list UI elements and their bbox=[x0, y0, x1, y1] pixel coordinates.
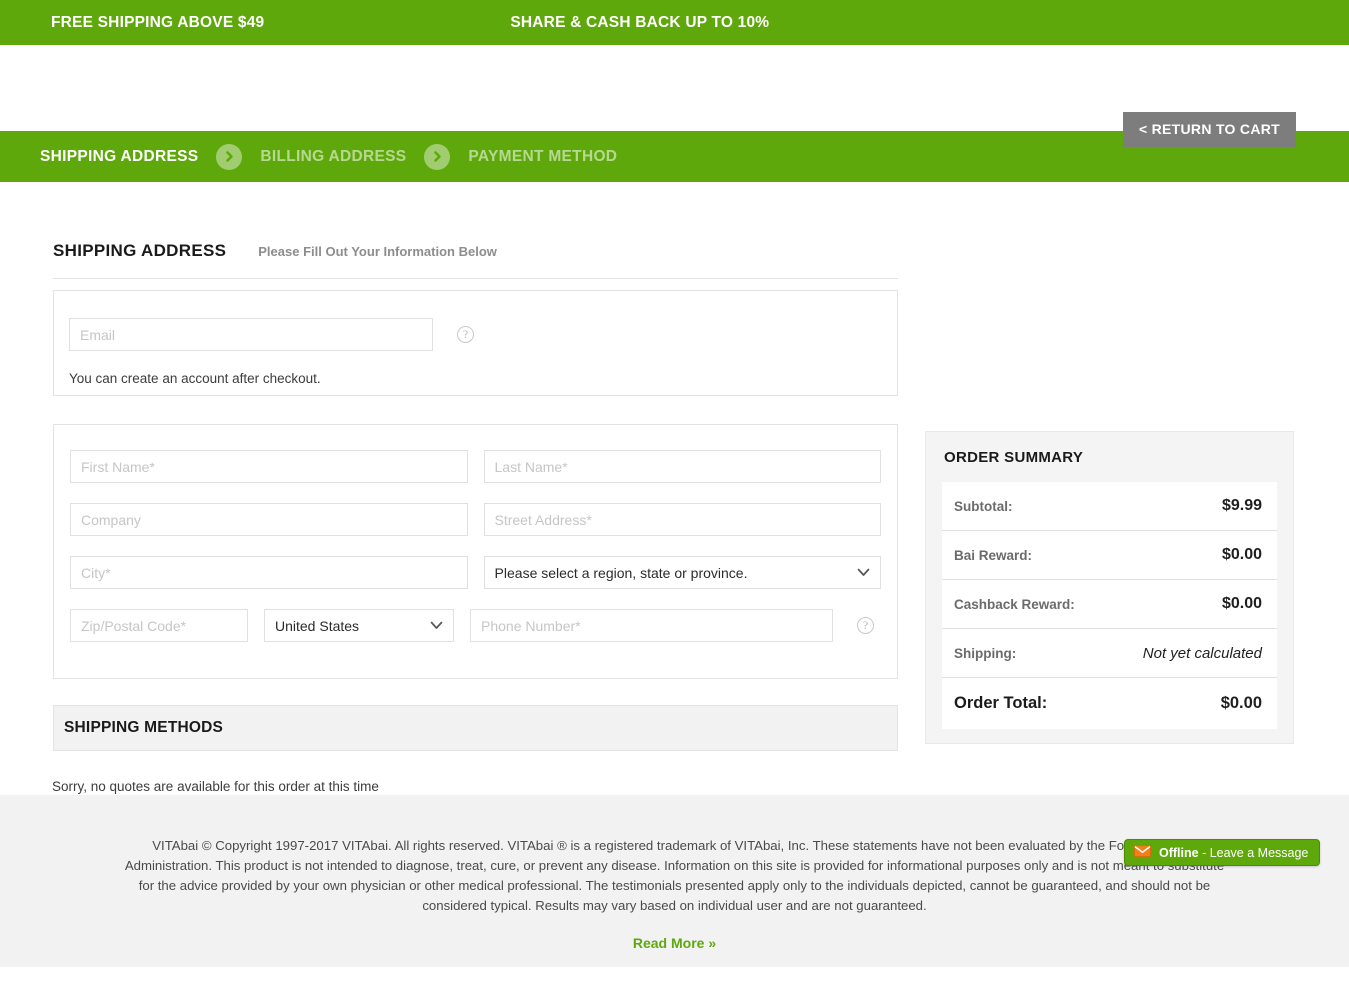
summary-label-cashback-reward: Cashback Reward: bbox=[954, 596, 1075, 612]
page-subtitle: Please Fill Out Your Information Below bbox=[258, 244, 497, 259]
email-panel: ? You can create an account after checko… bbox=[53, 290, 898, 396]
summary-row-cashback-reward: Cashback Reward: $0.00 bbox=[942, 580, 1277, 629]
chat-action: - Leave a Message bbox=[1198, 845, 1309, 860]
region-select-wrap: Please select a region, state or provinc… bbox=[483, 556, 881, 589]
step-shipping-address[interactable]: SHIPPING ADDRESS bbox=[40, 148, 198, 166]
step-payment-method[interactable]: PAYMENT METHOD bbox=[468, 148, 617, 166]
order-summary-title: ORDER SUMMARY bbox=[944, 449, 1084, 466]
promo-cashback: SHARE & CASH BACK UP TO 10% bbox=[510, 13, 770, 31]
help-icon-phone[interactable]: ? bbox=[857, 617, 874, 634]
footer-disclaimer: VITAbai © Copyright 1997-2017 VITAbai. A… bbox=[124, 838, 1225, 913]
summary-row-subtotal: Subtotal: $9.99 bbox=[942, 482, 1277, 531]
phone-input[interactable] bbox=[470, 609, 833, 642]
street-address-input[interactable] bbox=[483, 503, 881, 536]
step-billing-address[interactable]: BILLING ADDRESS bbox=[260, 148, 406, 166]
summary-label-shipping: Shipping: bbox=[954, 645, 1017, 661]
summary-value-cashback-reward: $0.00 bbox=[1221, 595, 1262, 612]
promo-bar: FREE SHIPPING ABOVE $49 SHARE & CASH BAC… bbox=[0, 0, 1349, 45]
first-name-input[interactable] bbox=[70, 450, 468, 483]
company-input[interactable] bbox=[70, 503, 468, 536]
city-input[interactable] bbox=[70, 556, 468, 589]
name-row bbox=[70, 450, 881, 483]
region-select[interactable]: Please select a region, state or provinc… bbox=[483, 556, 881, 589]
address-panel: Please select a region, state or provinc… bbox=[53, 424, 898, 679]
help-icon-email[interactable]: ? bbox=[457, 326, 474, 343]
read-more-link[interactable]: Read More » bbox=[633, 935, 716, 951]
summary-label-subtotal: Subtotal: bbox=[954, 498, 1013, 514]
summary-row-bai-reward: Bai Reward: $0.00 bbox=[942, 531, 1277, 580]
return-to-cart-button[interactable]: < RETURN TO CART bbox=[1122, 112, 1296, 147]
summary-value-bai-reward: $0.00 bbox=[1221, 546, 1262, 563]
summary-label-bai-reward: Bai Reward: bbox=[954, 547, 1033, 563]
shipping-address-column: SHIPPING ADDRESS Please Fill Out Your In… bbox=[52, 182, 898, 794]
summary-row-shipping: Shipping: Not yet calculated bbox=[942, 629, 1277, 678]
shipping-methods-header: SHIPPING METHODS bbox=[53, 705, 898, 751]
last-name-input[interactable] bbox=[483, 450, 881, 483]
site-footer: VITAbai © Copyright 1997-2017 VITAbai. A… bbox=[0, 795, 1349, 967]
main-content: SHIPPING ADDRESS Please Fill Out Your In… bbox=[0, 182, 1349, 866]
zip-country-phone-row: United States ? bbox=[70, 609, 881, 642]
summary-label-order-total: Order Total: bbox=[954, 694, 1048, 712]
section-header: SHIPPING ADDRESS Please Fill Out Your In… bbox=[53, 182, 898, 261]
country-select[interactable]: United States bbox=[264, 609, 454, 642]
chat-widget-label: Offline - Leave a Message bbox=[1159, 846, 1308, 860]
city-region-row: Please select a region, state or provinc… bbox=[70, 556, 881, 589]
shipping-methods-title: SHIPPING METHODS bbox=[64, 719, 224, 736]
company-street-row bbox=[70, 503, 881, 536]
site-header: < RETURN TO CART bbox=[0, 45, 1349, 147]
country-select-wrap: United States bbox=[264, 609, 454, 642]
summary-row-order-total: Order Total: $0.00 bbox=[942, 678, 1277, 729]
shipping-methods-message: Sorry, no quotes are available for this … bbox=[52, 779, 379, 794]
chat-widget-button[interactable]: Offline - Leave a Message bbox=[1124, 839, 1321, 866]
chevron-right-icon bbox=[216, 143, 243, 170]
envelope-icon bbox=[1134, 844, 1151, 862]
summary-value-shipping: Not yet calculated bbox=[1142, 644, 1262, 662]
email-note: You can create an account after checkout… bbox=[69, 371, 321, 386]
order-summary-panel: ORDER SUMMARY Subtotal: $9.99 Bai Reward… bbox=[925, 431, 1294, 744]
email-row: ? bbox=[69, 318, 897, 351]
summary-value-order-total: $0.00 bbox=[1220, 694, 1262, 712]
email-input[interactable] bbox=[69, 318, 433, 351]
header-divider bbox=[53, 278, 898, 279]
chat-status: Offline bbox=[1159, 845, 1199, 860]
order-summary-rows: Subtotal: $9.99 Bai Reward: $0.00 Cashba… bbox=[942, 482, 1277, 729]
promo-free-shipping: FREE SHIPPING ABOVE $49 bbox=[51, 13, 265, 31]
summary-value-subtotal: $9.99 bbox=[1221, 497, 1262, 514]
footer-inner: VITAbai © Copyright 1997-2017 VITAbai. A… bbox=[125, 836, 1225, 953]
page-title: SHIPPING ADDRESS bbox=[53, 241, 227, 260]
zip-input[interactable] bbox=[70, 609, 248, 642]
chevron-right-icon-2 bbox=[424, 143, 451, 170]
